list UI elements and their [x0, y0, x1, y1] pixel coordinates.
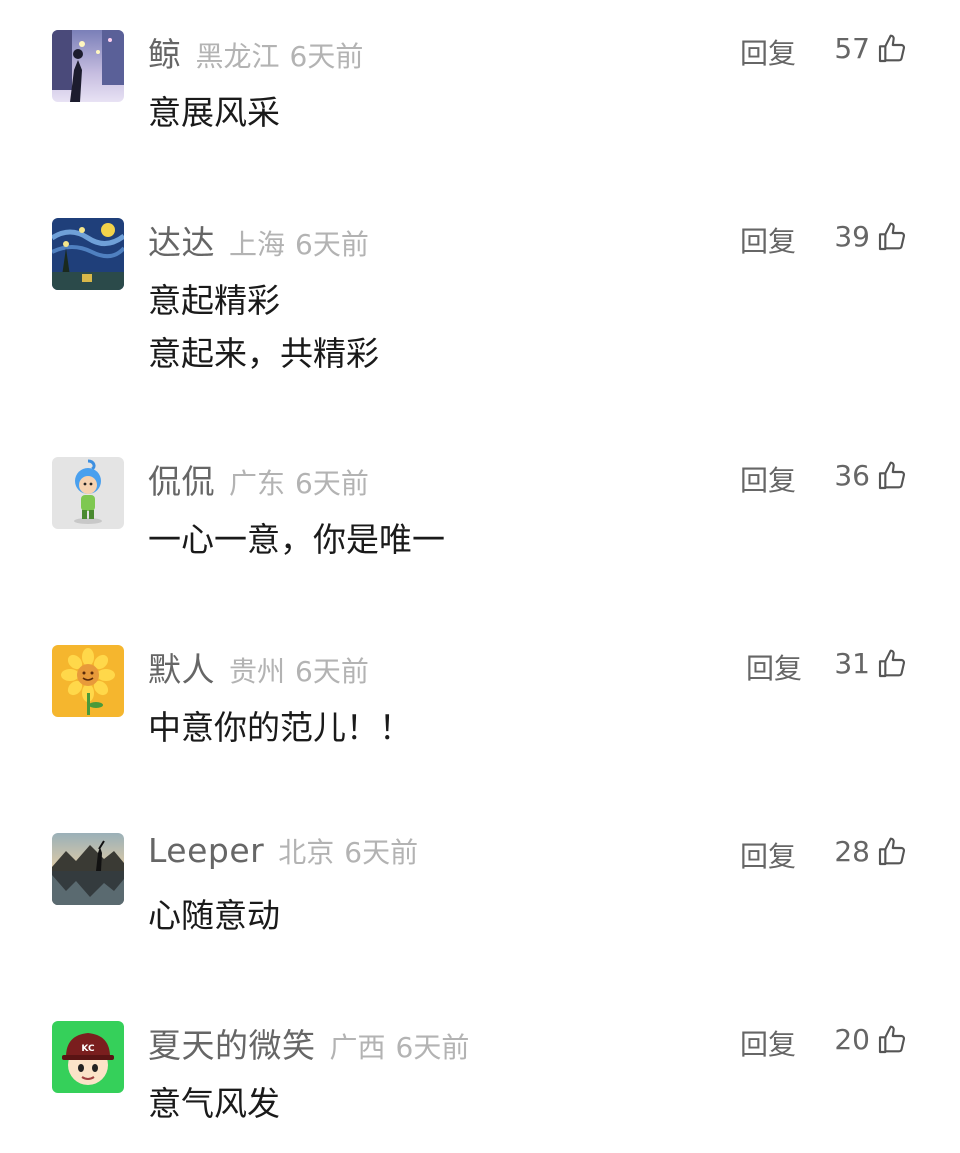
like-count: 57	[834, 32, 870, 65]
comment-meta: 侃侃 广东 6天前	[148, 455, 369, 501]
avatar[interactable]	[52, 457, 124, 529]
like-count: 28	[834, 835, 870, 868]
username[interactable]: 鲸	[148, 28, 182, 76]
location: 北京	[278, 836, 335, 869]
avatar[interactable]	[52, 30, 124, 102]
thumbs-up-icon	[876, 460, 908, 492]
avatar[interactable]	[52, 833, 124, 905]
reply-button[interactable]: 回复	[740, 220, 796, 260]
night-street-photo-avatar	[52, 30, 124, 102]
username[interactable]: 夏天的微笑	[148, 1019, 316, 1067]
avatar[interactable]	[52, 218, 124, 290]
like-button[interactable]: 20	[834, 1023, 908, 1056]
cartoon-boy-cap-avatar: KC	[52, 1021, 124, 1093]
reply-button[interactable]: 回复	[740, 1023, 796, 1063]
username[interactable]: 侃侃	[148, 455, 215, 503]
location: 广东	[229, 467, 286, 500]
mountain-lake-avatar	[52, 833, 124, 905]
thumbs-up-icon	[876, 648, 908, 680]
timestamp: 6天前	[289, 40, 364, 73]
thumbs-up-icon	[876, 1024, 908, 1056]
comment-body: 中意你的范儿！！	[148, 701, 412, 754]
comment-body: 意展风采	[148, 86, 280, 139]
like-button[interactable]: 57	[834, 32, 908, 65]
location: 上海	[229, 228, 286, 261]
like-count: 31	[834, 647, 870, 680]
comment-body: 一心一意，你是唯一	[148, 513, 445, 566]
starry-night-painting-avatar	[52, 218, 124, 290]
location: 贵州	[229, 655, 286, 688]
comment-meta: 夏天的微笑 广西 6天前	[148, 1019, 470, 1065]
comment-body: 意起精彩 意起来，共精彩	[148, 274, 379, 380]
location: 黑龙江	[195, 40, 280, 73]
like-button[interactable]: 31	[834, 647, 908, 680]
comment-text: 意展风采	[148, 93, 280, 132]
thumbs-up-icon	[876, 33, 908, 65]
comment-text: 意起来，共精彩	[148, 334, 379, 373]
like-count: 36	[834, 459, 870, 492]
like-button[interactable]: 39	[834, 220, 908, 253]
reply-button[interactable]: 回复	[746, 647, 802, 687]
comment-meta: 鲸 黑龙江 6天前	[148, 28, 364, 74]
reply-button[interactable]: 回复	[740, 32, 796, 72]
timestamp: 6天前	[295, 228, 369, 261]
username[interactable]: 达达	[148, 216, 215, 264]
comment-text: 心随意动	[148, 896, 280, 935]
sunflower-avatar	[52, 645, 124, 717]
comment-text: 意气风发	[148, 1084, 280, 1123]
timestamp: 6天前	[344, 836, 419, 869]
timestamp: 6天前	[295, 467, 369, 500]
avatar[interactable]: KC	[52, 1021, 124, 1093]
comment-meta: Leeper 北京 6天前	[148, 831, 418, 875]
comment-text: 意起精彩	[148, 281, 280, 320]
comment-body: 心随意动	[148, 889, 280, 942]
reply-button[interactable]: 回复	[740, 835, 796, 875]
thumbs-up-icon	[876, 836, 908, 868]
like-button[interactable]: 28	[834, 835, 908, 868]
timestamp: 6天前	[295, 655, 369, 688]
username[interactable]: 默人	[148, 643, 215, 691]
comment-text: 中意你的范儿！！	[148, 708, 412, 747]
comment-meta: 默人 贵州 6天前	[148, 643, 369, 689]
comment-text: 一心一意，你是唯一	[148, 520, 445, 559]
cartoon-mascot-avatar	[52, 457, 124, 529]
thumbs-up-icon	[876, 221, 908, 253]
reply-button[interactable]: 回复	[740, 459, 796, 499]
like-count: 39	[834, 220, 870, 253]
comment-meta: 达达 上海 6天前	[148, 216, 369, 262]
location: 广西	[329, 1031, 386, 1064]
comment-body: 意气风发	[148, 1077, 280, 1130]
svg-text:KC: KC	[81, 1044, 95, 1054]
timestamp: 6天前	[395, 1031, 470, 1064]
like-button[interactable]: 36	[834, 459, 908, 492]
avatar[interactable]	[52, 645, 124, 717]
username[interactable]: Leeper	[148, 831, 264, 870]
like-count: 20	[834, 1023, 870, 1056]
